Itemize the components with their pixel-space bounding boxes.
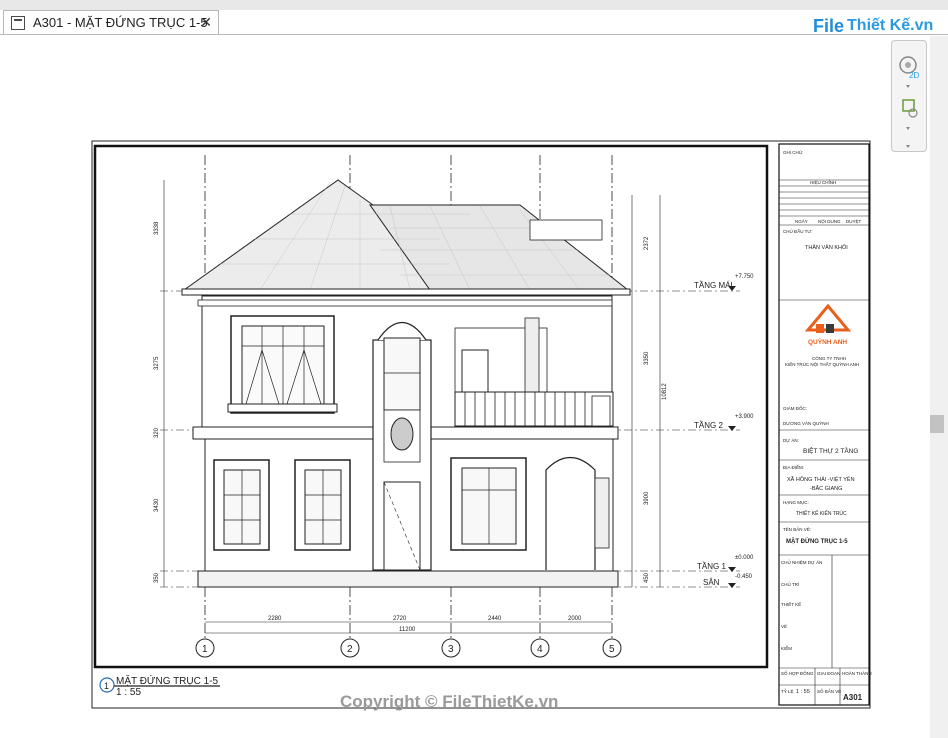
building-facade — [192, 295, 619, 588]
dimension-label: 3350 — [644, 351, 650, 365]
dimension-label: 350 — [154, 572, 160, 583]
level-elevation: +3.900 — [735, 414, 754, 420]
tb-sheet-label: SỐ BẢN VẼ — [817, 688, 841, 694]
grid-bubble-label: 5 — [609, 644, 615, 655]
dimension-label: 2000 — [568, 616, 582, 622]
tb-sheet-number: A301 — [843, 693, 863, 702]
tb-director: DƯƠNG VĂN QUỲNH — [783, 420, 829, 426]
tb-owner: THÂN VĂN KHÔI — [805, 244, 848, 251]
dimension-total: 11200 — [399, 627, 416, 633]
tb-manager-label: CHỦ NHIỆM DỰ ÁN — [781, 558, 822, 565]
level-elevation: ±0.000 — [735, 555, 754, 561]
tb-location-1: XÃ HỒNG THÁI -VIỆT YÊN — [787, 475, 855, 483]
tb-category-label: HẠNG MỤC: — [783, 500, 809, 505]
tb-bottom-label: GIAI ĐOẠN — [817, 671, 840, 676]
dimension-label: 2372 — [644, 236, 650, 250]
tb-owner-label: CHỦ ĐẦU TƯ: — [783, 228, 813, 234]
tb-scale-label: TỶ LỆ — [781, 687, 794, 694]
tb-category: THIẾT KẾ KIẾN TRÚC — [796, 510, 847, 517]
tb-role-label: THIẾT KẾ — [781, 601, 801, 607]
grid-bubble-label: 3 — [448, 644, 454, 655]
view-number: 1 — [104, 681, 109, 691]
tb-drawing: MẶT ĐỨNG TRỤC 1-5 — [786, 538, 848, 545]
level-elevation: +7.750 — [735, 274, 754, 280]
tb-director-label: GIÁM ĐỐC: — [783, 405, 807, 411]
dimension-label: 2280 — [268, 616, 282, 622]
tb-role-label: CHỦ TRÌ — [781, 581, 799, 587]
tb-bottom-label: SỐ HỢP ĐỒNG — [781, 670, 814, 676]
tb-role-label: VẼ — [781, 623, 787, 629]
grid-bubble-label: 1 — [202, 644, 208, 655]
copyright-watermark: Copyright © FileThietKe.vn — [340, 692, 559, 711]
tb-revision-label: HIỆU CHỈNH — [810, 178, 836, 185]
tb-bottom-label: HOÀN THÀNH — [842, 670, 872, 676]
view-title: MẶT ĐỨNG TRỤC 1-5 — [116, 676, 219, 687]
dimension-label: 2440 — [488, 616, 502, 622]
tb-role-label: KIỂM — [781, 645, 792, 651]
dimension-label: 2720 — [393, 616, 407, 622]
tb-project-label: DỰ ÁN: — [783, 437, 799, 443]
tb-drawing-label: TÊN BẢN VẼ: — [783, 525, 811, 532]
tb-company-line2: KIẾN TRÚC NỘI THẤT QUỲNH ANH — [785, 361, 859, 367]
tb-notes-label: GHI CHÚ: — [783, 149, 803, 155]
level-elevation: -0.450 — [735, 574, 753, 580]
tb-rev-col: NGÀY — [795, 218, 808, 224]
tb-location-2: -BẮC GIANG — [810, 484, 842, 492]
drawing-sheet: TẦNG MÁI +7.750 TẦNG 2 +3.900 TẦNG 1 ±0.… — [91, 140, 872, 709]
level-name: SÂN — [703, 578, 720, 587]
dimension-label: 3430 — [154, 498, 160, 512]
view-scale: 1 : 55 — [116, 687, 142, 698]
tb-company-line1: CÔNG TY TNHH — [812, 355, 846, 361]
grid-bubble-label: 2 — [347, 644, 353, 655]
tb-location-label: ĐỊA ĐIỂM: — [783, 464, 804, 470]
dimension-label: 450 — [644, 572, 650, 583]
dimension-label: 3338 — [154, 221, 160, 235]
dimension-label: 320 — [154, 427, 160, 438]
level-name: TẦNG MÁI — [694, 280, 733, 290]
level-name: TẦNG 2 — [694, 420, 723, 430]
dimension-label: 3900 — [644, 491, 650, 505]
dimension-label: 3275 — [154, 356, 160, 370]
tb-rev-col: DUYỆT — [846, 217, 862, 224]
level-name: TẦNG 1 — [697, 561, 726, 571]
tb-scale: 1 : 55 — [796, 689, 810, 695]
dimension-label: 10812 — [662, 383, 668, 400]
grid-bubble-label: 4 — [537, 644, 543, 655]
tb-company-brand: QUỲNH ANH — [808, 337, 847, 346]
tb-rev-col: NỘI DUNG — [818, 218, 841, 224]
